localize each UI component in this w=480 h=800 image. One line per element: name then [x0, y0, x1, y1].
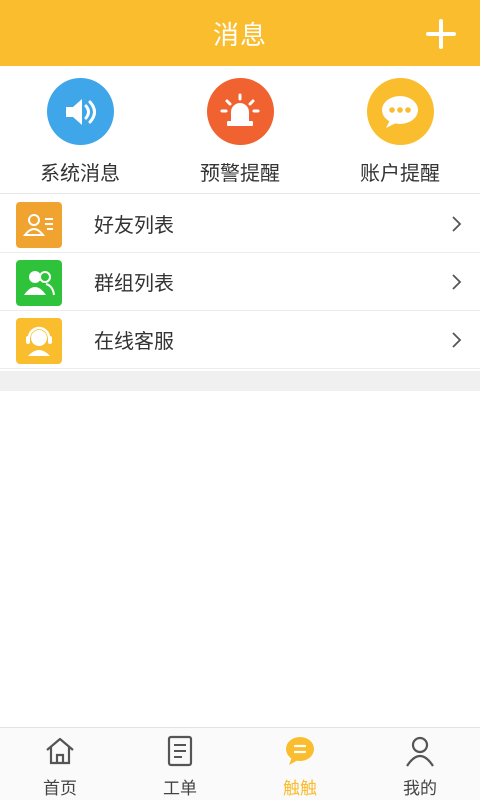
contact-list-icon [16, 202, 62, 248]
message-icon [286, 737, 314, 765]
list-item-friends[interactable]: 好友列表 [0, 195, 480, 253]
home-icon [46, 737, 74, 765]
tab-label: 首页 [43, 779, 77, 799]
shortcut-account-reminder[interactable]: 账户提醒 [320, 66, 480, 193]
shortcut-label: 预警提醒 [200, 161, 280, 185]
document-icon [167, 735, 193, 767]
tab-label: 我的 [403, 779, 437, 799]
tab-label: 触触 [283, 779, 317, 799]
shortcut-label: 系统消息 [40, 161, 120, 185]
list-item-label: 好友列表 [94, 213, 174, 237]
message-shortcuts: 系统消息 预警提醒 账户提醒 [0, 66, 480, 194]
tab-chuchu[interactable]: 触触 [240, 728, 360, 800]
contact-list: 好友列表 群组列表 在线客服 [0, 195, 480, 369]
bottom-tab-bar: 首页 工单 触触 我的 [0, 727, 480, 800]
list-item-groups[interactable]: 群组列表 [0, 253, 480, 311]
shortcut-system-messages[interactable]: 系统消息 [0, 66, 160, 193]
tab-mine[interactable]: 我的 [360, 728, 480, 800]
list-item-label: 群组列表 [94, 271, 174, 295]
chevron-right-icon [452, 274, 462, 290]
top-header: 消息 [0, 0, 480, 66]
list-item-label: 在线客服 [94, 329, 174, 353]
alarm-light-icon [206, 78, 274, 145]
chat-bubble-icon [366, 78, 434, 145]
shortcut-label: 账户提醒 [360, 161, 440, 185]
plus-icon[interactable] [426, 19, 456, 49]
page-title: 消息 [212, 20, 267, 51]
tab-work-order[interactable]: 工单 [120, 728, 240, 800]
tab-label: 工单 [163, 779, 197, 799]
speaker-icon [46, 78, 114, 145]
group-icon [16, 260, 62, 306]
tab-home[interactable]: 首页 [0, 728, 120, 800]
person-icon [406, 736, 434, 767]
chevron-right-icon [452, 216, 462, 232]
headset-icon [16, 318, 62, 364]
chevron-right-icon [452, 332, 462, 348]
shortcut-alert-reminder[interactable]: 预警提醒 [160, 66, 320, 193]
section-divider [0, 371, 480, 391]
list-item-online-service[interactable]: 在线客服 [0, 311, 480, 369]
